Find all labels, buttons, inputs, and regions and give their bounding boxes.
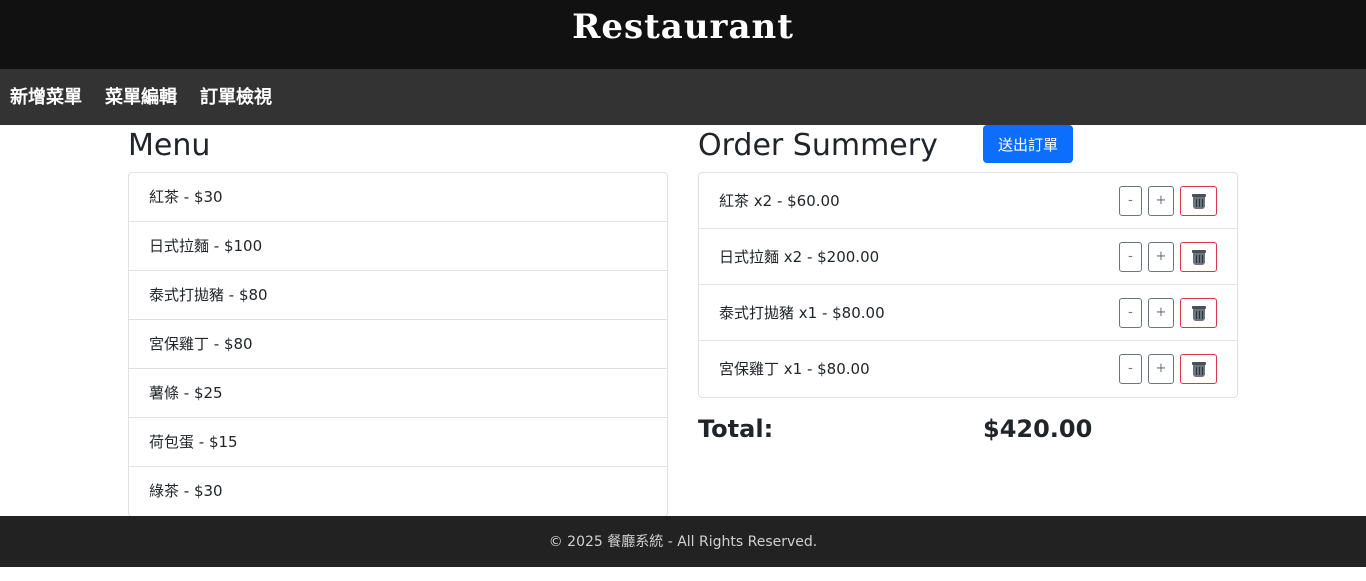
nav-item-add-menu[interactable]: 新增菜單	[10, 69, 82, 125]
total-value: $420.00	[983, 415, 1093, 443]
trash-icon	[1191, 193, 1207, 210]
increase-button[interactable]: +	[1148, 242, 1174, 272]
order-item: 宮保雞丁 x1 - $80.00 - +	[699, 341, 1237, 397]
order-item-text: 紅茶 x2 - $60.00	[719, 192, 840, 210]
decrease-button[interactable]: -	[1119, 298, 1142, 328]
menu-item[interactable]: 荷包蛋 - $15	[129, 418, 667, 467]
delete-button[interactable]	[1180, 242, 1217, 272]
order-item-text: 泰式打拋豬 x1 - $80.00	[719, 304, 885, 322]
menu-item[interactable]: 紅茶 - $30	[129, 173, 667, 222]
nav-item-view-orders[interactable]: 訂單檢視	[200, 69, 272, 125]
menu-item[interactable]: 宮保雞丁 - $80	[129, 320, 667, 369]
total-label: Total:	[698, 415, 774, 443]
order-list: 紅茶 x2 - $60.00 - + 日式拉麵 x2 - $200.00 - +…	[698, 172, 1238, 398]
trash-icon	[1191, 249, 1207, 266]
delete-button[interactable]	[1180, 298, 1217, 328]
decrease-button[interactable]: -	[1119, 186, 1142, 216]
order-item-text: 日式拉麵 x2 - $200.00	[719, 248, 880, 266]
menu-item[interactable]: 薯條 - $25	[129, 369, 667, 418]
navbar: 新增菜單 菜單編輯 訂單檢視	[0, 69, 1366, 125]
increase-button[interactable]: +	[1148, 186, 1174, 216]
decrease-button[interactable]: -	[1119, 354, 1142, 384]
menu-item[interactable]: 日式拉麵 - $100	[129, 222, 667, 271]
trash-icon	[1191, 305, 1207, 322]
footer-copyright: © 2025 餐廳系統 - All Rights Reserved.	[548, 534, 818, 550]
footer: © 2025 餐廳系統 - All Rights Reserved.	[0, 516, 1366, 567]
app-title: Restaurant	[572, 7, 794, 47]
order-summary-heading: Order Summery	[698, 128, 938, 163]
order-item: 紅茶 x2 - $60.00 - +	[699, 173, 1237, 229]
increase-button[interactable]: +	[1148, 298, 1174, 328]
menu-list: 紅茶 - $30 日式拉麵 - $100 泰式打拋豬 - $80 宮保雞丁 - …	[128, 172, 668, 517]
increase-button[interactable]: +	[1148, 354, 1174, 384]
menu-item[interactable]: 泰式打拋豬 - $80	[129, 271, 667, 320]
delete-button[interactable]	[1180, 354, 1217, 384]
app-header: Restaurant	[0, 0, 1366, 69]
submit-order-button[interactable]: 送出訂單	[983, 125, 1073, 163]
decrease-button[interactable]: -	[1119, 242, 1142, 272]
trash-icon	[1191, 361, 1207, 378]
menu-item[interactable]: 綠茶 - $30	[129, 467, 667, 516]
order-item: 日式拉麵 x2 - $200.00 - +	[699, 229, 1237, 285]
order-item-text: 宮保雞丁 x1 - $80.00	[719, 360, 870, 378]
delete-button[interactable]	[1180, 186, 1217, 216]
order-item: 泰式打拋豬 x1 - $80.00 - +	[699, 285, 1237, 341]
nav-item-edit-menu[interactable]: 菜單編輯	[105, 69, 177, 125]
menu-heading: Menu	[128, 128, 211, 163]
